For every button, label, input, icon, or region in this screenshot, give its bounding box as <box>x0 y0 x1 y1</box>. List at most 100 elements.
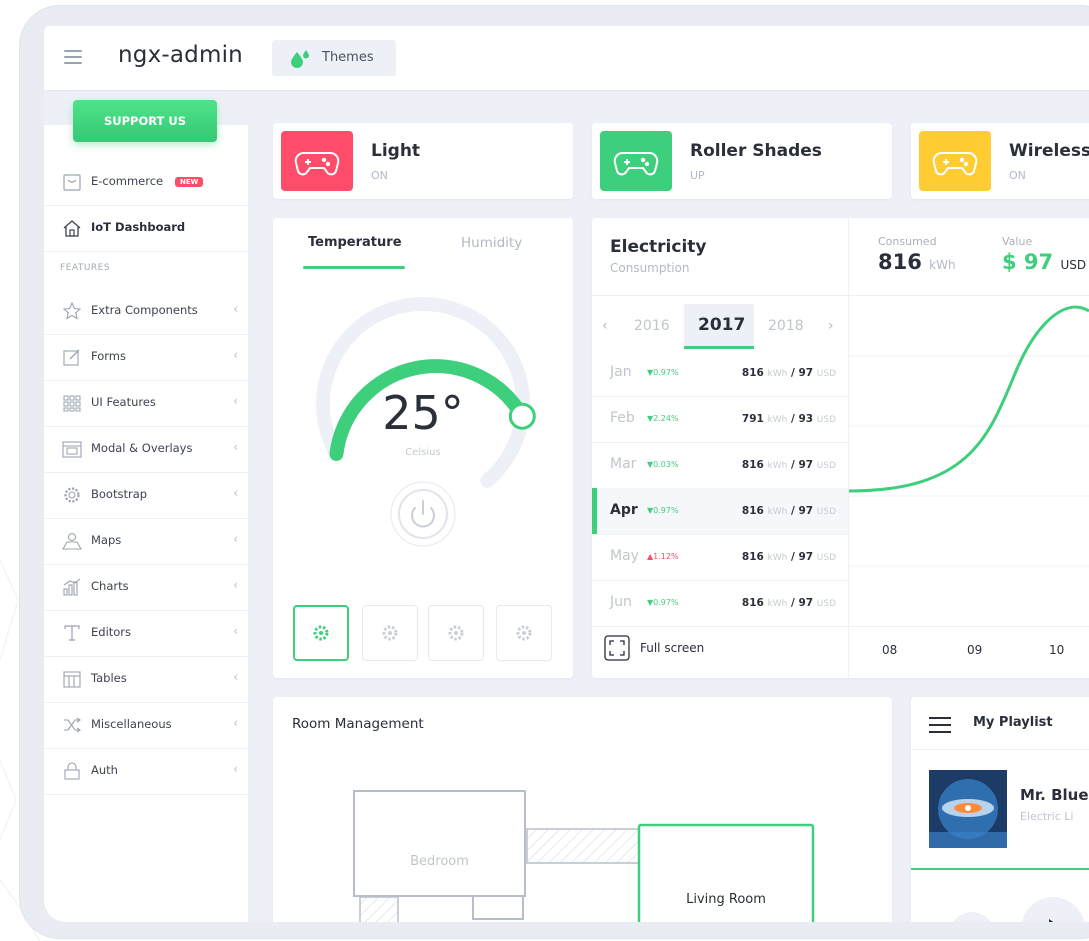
sidebar-item-miscellaneous[interactable]: Miscellaneous ‹ <box>44 702 248 749</box>
sidebar-item-auth[interactable]: Auth ‹ <box>44 748 248 795</box>
chevron-left-icon: ‹ <box>233 762 238 776</box>
light-tile <box>281 131 353 191</box>
electricity-subtitle: Consumption <box>610 261 690 275</box>
month-delta: ▼0.97% <box>647 598 679 607</box>
wireless-tile <box>919 131 991 191</box>
consumed-value: 816 kWh <box>878 250 956 274</box>
temperature-unit: Celsius <box>405 447 441 458</box>
sidebar-item-bootstrap[interactable]: Bootstrap ‹ <box>44 472 248 519</box>
month-row[interactable]: Mar ▼0.03% 816 kWh / 97 USD <box>592 442 848 489</box>
mode-button-4[interactable] <box>496 605 552 661</box>
sidebar-item-maps[interactable]: Maps ‹ <box>44 518 248 565</box>
gear-icon <box>448 625 464 641</box>
month-row[interactable]: Apr ▼0.97% 816 kWh / 97 USD <box>592 488 848 535</box>
month-row[interactable]: Jun ▼0.97% 816 kWh / 97 USD <box>592 580 848 627</box>
x-tick: 08 <box>882 643 898 657</box>
year-2017[interactable]: 2017 <box>698 315 745 335</box>
sidebar-item-tables[interactable]: Tables ‹ <box>44 656 248 703</box>
grid-icon <box>63 671 81 688</box>
chevron-left-icon: ‹ <box>233 532 238 546</box>
play-button[interactable] <box>1021 897 1085 922</box>
month-value: 816 kWh / 97 USD <box>741 551 836 563</box>
electricity-title: Electricity <box>610 237 707 257</box>
month-label: Jan <box>610 364 632 380</box>
track-progress[interactable] <box>911 868 1089 870</box>
gamepad-icon <box>294 152 340 176</box>
month-row[interactable]: Jan ▼0.97% 816 kWh / 97 USD <box>592 350 848 397</box>
status-value: ON <box>1009 169 1026 182</box>
keypad-icon <box>63 395 81 412</box>
status-title: Roller Shades <box>690 141 822 161</box>
sidebar-item-ui-features[interactable]: UI Features ‹ <box>44 380 248 427</box>
roller-shades-tile <box>600 131 672 191</box>
month-value: 816 kWh / 97 USD <box>741 367 836 379</box>
status-card-roller-shades[interactable]: Roller Shades UP <box>592 123 892 199</box>
next-year-chevron-icon[interactable]: › <box>828 318 834 334</box>
bedroom-room[interactable] <box>353 790 526 897</box>
status-value: UP <box>690 169 705 182</box>
track-title: Mr. Blue <box>1020 786 1089 804</box>
chevron-left-icon: ‹ <box>233 486 238 500</box>
month-delta: ▼0.03% <box>647 460 679 469</box>
prev-year-chevron-icon[interactable]: ‹ <box>602 318 608 334</box>
mode-button-2[interactable] <box>362 605 418 661</box>
gear-icon <box>516 625 532 641</box>
app-logo[interactable]: ngx-admin <box>118 42 243 68</box>
sidebar-item-extra-components[interactable]: Extra Components ‹ <box>44 288 248 335</box>
month-row[interactable]: Feb ▼2.24% 791 kWh / 93 USD <box>592 396 848 443</box>
month-label: Mar <box>610 456 637 472</box>
month-value: 816 kWh / 97 USD <box>741 505 836 517</box>
fullscreen-icon <box>604 635 630 661</box>
droplet-icon <box>291 50 309 68</box>
lock-icon <box>64 762 80 780</box>
sidebar-item-label: Bootstrap <box>91 487 148 501</box>
month-delta: ▼0.97% <box>647 506 679 515</box>
prev-button[interactable] <box>949 912 995 922</box>
living-room[interactable] <box>637 823 815 922</box>
mode-button-1[interactable] <box>293 605 349 661</box>
map-icon <box>62 532 82 550</box>
new-badge: NEW <box>175 177 204 187</box>
chevron-left-icon: ‹ <box>233 670 238 684</box>
chevron-left-icon: ‹ <box>233 440 238 454</box>
gear-icon <box>64 487 80 503</box>
sidebar-item-ecommerce[interactable]: E-commerce NEW <box>44 159 248 206</box>
sidebar-item-label: Extra Components <box>91 303 198 317</box>
month-value: 791 kWh / 93 USD <box>741 413 836 425</box>
sidebar-item-label: Miscellaneous <box>91 717 172 731</box>
text-icon <box>64 625 80 641</box>
star-icon <box>62 301 82 320</box>
sidebar-item-label: Auth <box>91 763 118 777</box>
year-2018[interactable]: 2018 <box>768 318 804 334</box>
edit-icon <box>63 349 80 366</box>
themes-button[interactable]: Themes <box>272 40 396 76</box>
section-features: FEATURES <box>60 263 111 273</box>
sidebar-item-editors[interactable]: Editors ‹ <box>44 610 248 657</box>
living-room-label: Living Room <box>686 892 766 907</box>
app-screen: ngx-admin Themes SUPPORT US E-commerce N… <box>44 26 1089 922</box>
sidebar-item-modal-overlays[interactable]: Modal & Overlays ‹ <box>44 426 248 473</box>
status-title: Wireless <box>1009 141 1089 161</box>
fullscreen-button[interactable]: Full screen <box>604 635 704 665</box>
browser-icon <box>62 441 82 458</box>
status-card-light[interactable]: Light ON <box>273 123 573 199</box>
month-label: Feb <box>610 410 635 426</box>
sidebar-item-charts[interactable]: Charts ‹ <box>44 564 248 611</box>
year-2016[interactable]: 2016 <box>634 318 670 334</box>
month-delta: ▲1.12% <box>647 552 679 561</box>
sidebar-item-label: Forms <box>91 349 126 363</box>
chevron-left-icon: ‹ <box>233 348 238 362</box>
mode-button-3[interactable] <box>428 605 484 661</box>
menu-icon[interactable] <box>929 717 951 733</box>
menu-icon[interactable] <box>64 50 82 64</box>
chevron-left-icon: ‹ <box>233 302 238 316</box>
sidebar-item-iot-dashboard[interactable]: IoT Dashboard <box>44 205 248 252</box>
month-delta: ▼2.24% <box>647 414 679 423</box>
status-card-wireless[interactable]: Wireless ON <box>911 123 1089 199</box>
consumed-label: Consumed <box>878 235 937 248</box>
status-value: ON <box>371 169 388 182</box>
month-row[interactable]: May ▲1.12% 816 kWh / 97 USD <box>592 534 848 581</box>
sidebar-item-forms[interactable]: Forms ‹ <box>44 334 248 381</box>
support-us-button[interactable]: SUPPORT US <box>73 100 217 142</box>
chart-icon <box>63 578 81 596</box>
